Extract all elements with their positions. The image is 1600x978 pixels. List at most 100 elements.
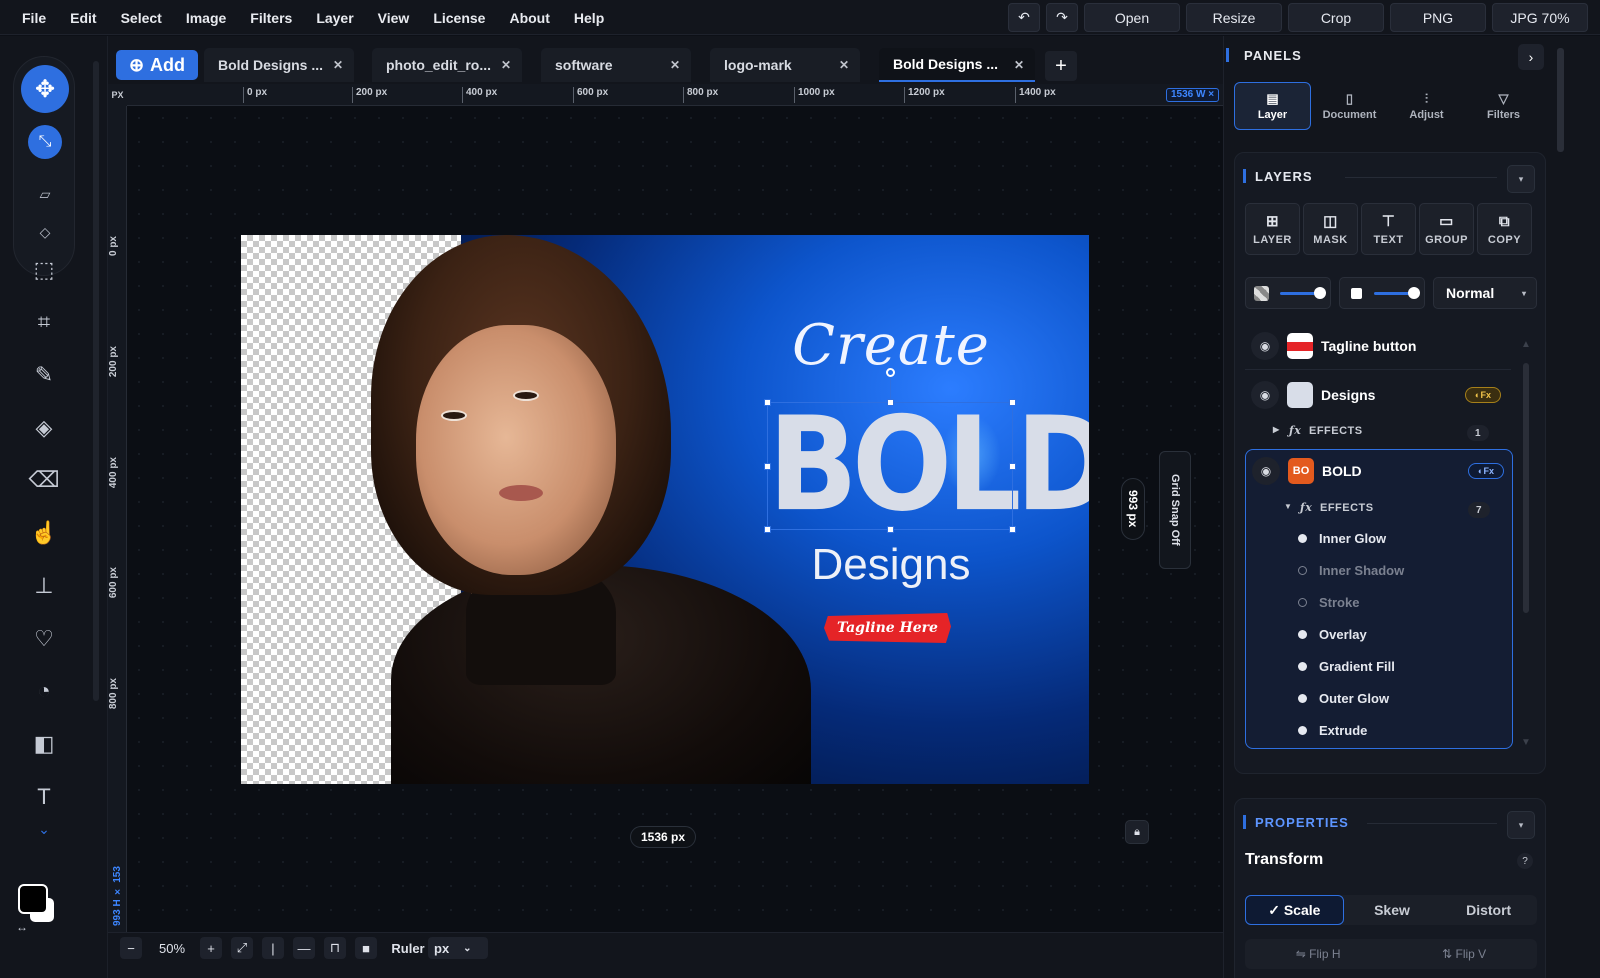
scroll-up-icon[interactable]: ▲ bbox=[1521, 339, 1531, 350]
effect-inner-shadow[interactable]: Inner Shadow bbox=[1298, 559, 1404, 581]
dodge-tool[interactable]: ◔ bbox=[26, 673, 62, 709]
layer-bold-selected[interactable]: ◉ BO BOLD ◐Fx ▼ ƒx EFFECTS 7 Inner Glow … bbox=[1245, 449, 1513, 749]
ruler-unit-select[interactable]: px ⌄ bbox=[428, 937, 488, 959]
close-icon[interactable]: ✕ bbox=[836, 57, 852, 73]
vertical-guide-button[interactable]: | bbox=[262, 937, 284, 959]
resize-handle[interactable] bbox=[1009, 526, 1016, 533]
tab-layer[interactable]: ▤ Layer bbox=[1234, 82, 1311, 130]
vertical-ruler[interactable]: 0 px 200 px 400 px 600 px 800 px bbox=[108, 106, 127, 932]
effect-toggle[interactable] bbox=[1298, 597, 1307, 607]
effect-overlay[interactable]: Overlay bbox=[1298, 623, 1367, 645]
lock-guides-button[interactable]: ⊓ bbox=[324, 937, 346, 959]
opacity-slider[interactable] bbox=[1245, 277, 1331, 309]
new-tab-button[interactable]: + bbox=[1045, 51, 1077, 81]
gradient-tool[interactable]: ◧ bbox=[26, 726, 62, 762]
effect-inner-glow[interactable]: Inner Glow bbox=[1298, 527, 1386, 549]
grid-snap-toggle[interactable]: Grid Snap Off bbox=[1159, 451, 1191, 569]
blend-mode-select[interactable]: Normal ▾ bbox=[1433, 277, 1537, 309]
effect-gradient-fill[interactable]: Gradient Fill bbox=[1298, 655, 1395, 677]
designs-text[interactable]: Designs bbox=[761, 540, 1021, 590]
mode-distort[interactable]: Distort bbox=[1440, 895, 1537, 925]
scroll-down-icon[interactable]: ▼ bbox=[1521, 737, 1531, 748]
resize-handle[interactable] bbox=[1009, 399, 1016, 406]
designs-effects-row[interactable]: ▶ ƒx EFFECTS 1 bbox=[1245, 421, 1511, 447]
menu-select[interactable]: Select bbox=[121, 10, 162, 26]
marquee-tool[interactable]: ⬚ bbox=[26, 252, 62, 288]
png-export-button[interactable]: PNG bbox=[1390, 3, 1486, 32]
canvas-area[interactable]: Create BOLD Designs Tagline Here 1536 px… bbox=[127, 106, 1223, 932]
layer-bold[interactable]: ◉ BO BOLD ◐Fx bbox=[1246, 450, 1512, 492]
menu-edit[interactable]: Edit bbox=[70, 10, 96, 26]
menu-layer[interactable]: Layer bbox=[316, 10, 353, 26]
smudge-tool[interactable]: ☝ bbox=[26, 515, 62, 551]
effect-toggle[interactable] bbox=[1298, 693, 1307, 703]
foreground-color-swatch[interactable] bbox=[18, 884, 48, 914]
opacity-knob[interactable] bbox=[1313, 287, 1326, 299]
resize-handle[interactable] bbox=[764, 463, 771, 470]
tab-bold-designs-1[interactable]: Bold Designs ... ✕ bbox=[204, 48, 354, 82]
jpg-export-button[interactable]: JPG 70% bbox=[1492, 3, 1588, 32]
close-icon[interactable]: ✕ bbox=[498, 57, 514, 73]
layer-designs[interactable]: ◉ Designs ◐Fx bbox=[1245, 374, 1511, 416]
properties-collapse-button[interactable]: ▾ bbox=[1507, 811, 1535, 839]
distort-tool[interactable]: ◇ bbox=[34, 221, 56, 243]
close-icon[interactable]: ✕ bbox=[1011, 57, 1027, 73]
fit-screen-button[interactable]: ⤢ bbox=[231, 937, 253, 959]
close-icon[interactable]: ✕ bbox=[667, 57, 683, 73]
effect-outer-glow[interactable]: Outer Glow bbox=[1298, 687, 1389, 709]
undo-button[interactable]: ↶ bbox=[1008, 3, 1040, 32]
zoom-out-button[interactable]: − bbox=[120, 937, 142, 959]
text-layer-button[interactable]: ⊤ TEXT bbox=[1361, 203, 1416, 255]
tab-photo-edit[interactable]: photo_edit_ro... ✕ bbox=[372, 48, 522, 82]
new-layer-button[interactable]: ⊞ LAYER bbox=[1245, 203, 1300, 255]
horizontal-guide-button[interactable]: — bbox=[293, 937, 315, 959]
effect-toggle[interactable] bbox=[1298, 629, 1307, 639]
flip-v-button[interactable]: ⇅ Flip V bbox=[1442, 947, 1486, 961]
toggle-grid-button[interactable]: ■ bbox=[355, 937, 377, 959]
redo-button[interactable]: ↷ bbox=[1046, 3, 1078, 32]
close-icon[interactable]: ✕ bbox=[330, 57, 346, 73]
fill-slider[interactable] bbox=[1339, 277, 1425, 309]
fx-badge[interactable]: ◐Fx bbox=[1468, 463, 1504, 479]
flip-h-button[interactable]: ⇋ Flip H bbox=[1296, 947, 1341, 961]
visibility-eye-icon[interactable]: ◉ bbox=[1252, 457, 1280, 485]
eraser-tool[interactable]: ⌫ bbox=[26, 462, 62, 498]
menu-file[interactable]: File bbox=[22, 10, 46, 26]
crop-button[interactable]: Crop bbox=[1288, 3, 1384, 32]
mode-scale[interactable]: ✓ Scale bbox=[1245, 895, 1344, 925]
effect-extrude[interactable]: Extrude bbox=[1298, 719, 1367, 741]
menu-license[interactable]: License bbox=[433, 10, 485, 26]
tab-bold-designs-active[interactable]: Bold Designs ... ✕ bbox=[879, 48, 1035, 82]
tab-logo-mark[interactable]: logo-mark ✕ bbox=[710, 48, 860, 82]
effect-toggle[interactable] bbox=[1298, 661, 1307, 671]
scale-tool[interactable]: ⤡ bbox=[28, 125, 62, 159]
brush-tool[interactable]: ✎ bbox=[26, 357, 62, 393]
heal-tool[interactable]: ♡ bbox=[26, 621, 62, 657]
tab-adjust[interactable]: ⫶ Adjust bbox=[1388, 82, 1465, 130]
more-tools-button[interactable]: ⌄ bbox=[26, 811, 62, 847]
layers-collapse-button[interactable]: ▾ bbox=[1507, 165, 1535, 193]
resize-handle[interactable] bbox=[887, 526, 894, 533]
tagline-button[interactable]: Tagline Here bbox=[824, 613, 951, 643]
menu-filters[interactable]: Filters bbox=[250, 10, 292, 26]
rotate-handle[interactable] bbox=[886, 368, 895, 377]
artboard[interactable]: Create BOLD Designs Tagline Here bbox=[241, 235, 1089, 784]
resize-button[interactable]: Resize bbox=[1186, 3, 1282, 32]
effect-stroke[interactable]: Stroke bbox=[1298, 591, 1359, 613]
skew-tool[interactable]: ▱ bbox=[34, 183, 56, 205]
add-button[interactable]: ⊕ Add bbox=[116, 50, 198, 80]
open-button[interactable]: Open bbox=[1084, 3, 1180, 32]
tab-filters[interactable]: ▽ Filters bbox=[1465, 82, 1542, 130]
ruler-unit[interactable]: PX bbox=[108, 84, 127, 106]
toolbar-scrollbar[interactable] bbox=[93, 61, 99, 701]
visibility-eye-icon[interactable]: ◉ bbox=[1251, 332, 1279, 360]
effect-toggle[interactable] bbox=[1298, 533, 1307, 543]
effect-toggle[interactable] bbox=[1298, 725, 1307, 735]
group-button[interactable]: ▭ GROUP bbox=[1419, 203, 1474, 255]
effect-toggle[interactable] bbox=[1298, 565, 1307, 575]
horizontal-ruler[interactable]: 0 px 200 px 400 px 600 px 800 px 1000 px… bbox=[127, 84, 1223, 106]
menu-image[interactable]: Image bbox=[186, 10, 226, 26]
fill-knob[interactable] bbox=[1407, 287, 1420, 299]
layer-tagline-button[interactable]: ◉ Tagline button bbox=[1245, 325, 1511, 367]
resize-handle[interactable] bbox=[887, 399, 894, 406]
